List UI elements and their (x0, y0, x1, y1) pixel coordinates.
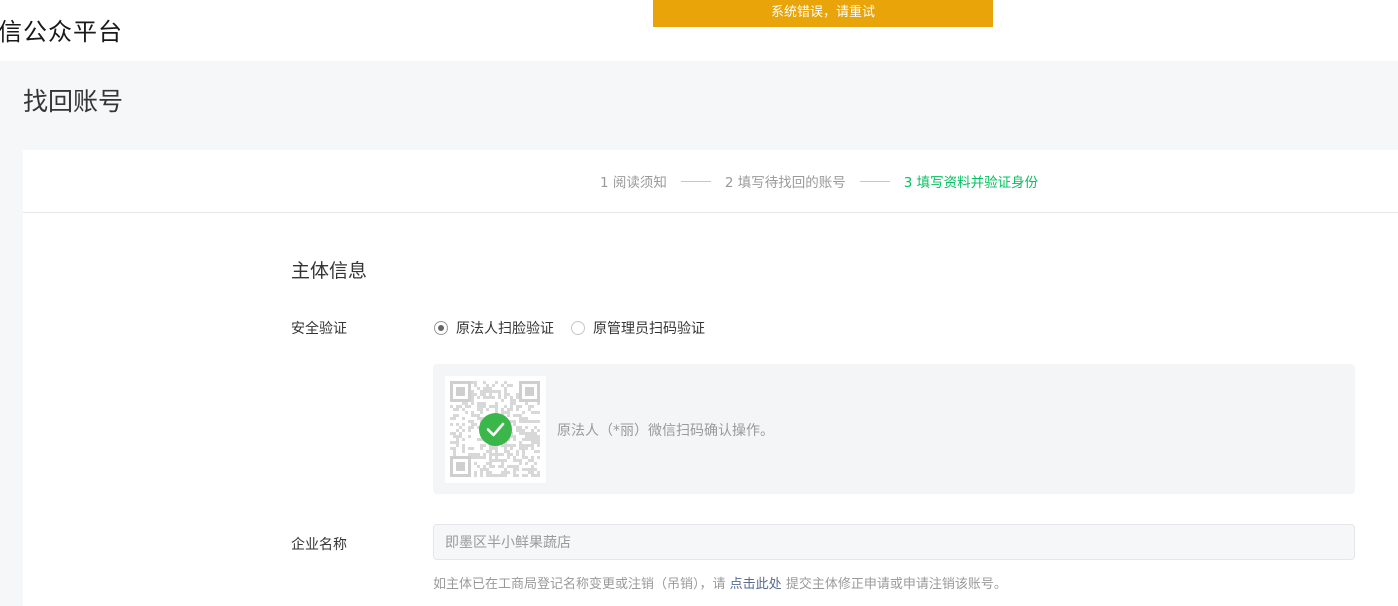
qr-status-message: 原法人（*丽）微信扫码确认操作。 (557, 423, 774, 439)
radio-option-legal-face-scan[interactable]: 原法人扫脸验证 (434, 318, 554, 338)
company-change-hint: 如主体已在工商局登记名称变更或注销（吊销），请 点击此处 提交主体修正申请或申请… (433, 573, 1007, 592)
qr-verify-panel: 原法人（*丽）微信扫码确认操作。 (433, 364, 1355, 494)
hint-text-after: 提交主体修正申请或申请注销该账号。 (785, 577, 1007, 592)
step-indicator: 1 阅读须知 2 填写待找回的账号 3 填写资料并验证身份 (23, 150, 1398, 213)
qr-code (445, 376, 546, 483)
error-toast: 系统错误，请重试 (653, 0, 993, 27)
company-name-input[interactable] (433, 524, 1355, 560)
company-name-label: 企业名称 (291, 537, 347, 553)
radio-label: 原法人扫脸验证 (456, 321, 554, 337)
step-read-notice: 1 阅读须知 (600, 175, 667, 191)
hint-text-before: 如主体已在工商局登记名称变更或注销（吊销），请 (433, 577, 726, 592)
step-verify-identity: 3 填写资料并验证身份 (903, 175, 1039, 191)
radio-unchecked-icon[interactable] (571, 321, 585, 335)
page-title: 找回账号 (23, 87, 124, 116)
step-fill-account: 2 填写待找回的账号 (724, 175, 846, 191)
radio-checked-icon[interactable] (434, 321, 448, 335)
step-divider (680, 180, 711, 182)
top-header: 信公众平台 系统错误，请重试 (0, 0, 1398, 61)
radio-label: 原管理员扫码验证 (593, 321, 705, 337)
step-divider (859, 180, 890, 182)
security-verify-label: 安全验证 (291, 321, 347, 337)
radio-option-admin-qr-scan[interactable]: 原管理员扫码验证 (571, 318, 705, 338)
platform-brand: 信公众平台 (0, 18, 123, 46)
section-title: 主体信息 (291, 260, 368, 282)
check-circle-icon (479, 413, 512, 446)
click-here-link[interactable]: 点击此处 (730, 577, 782, 592)
recovery-card: 1 阅读须知 2 填写待找回的账号 3 填写资料并验证身份 主体信息 安全验证 … (23, 150, 1398, 606)
verify-method-radio-group: 原法人扫脸验证 原管理员扫码验证 (434, 318, 722, 338)
